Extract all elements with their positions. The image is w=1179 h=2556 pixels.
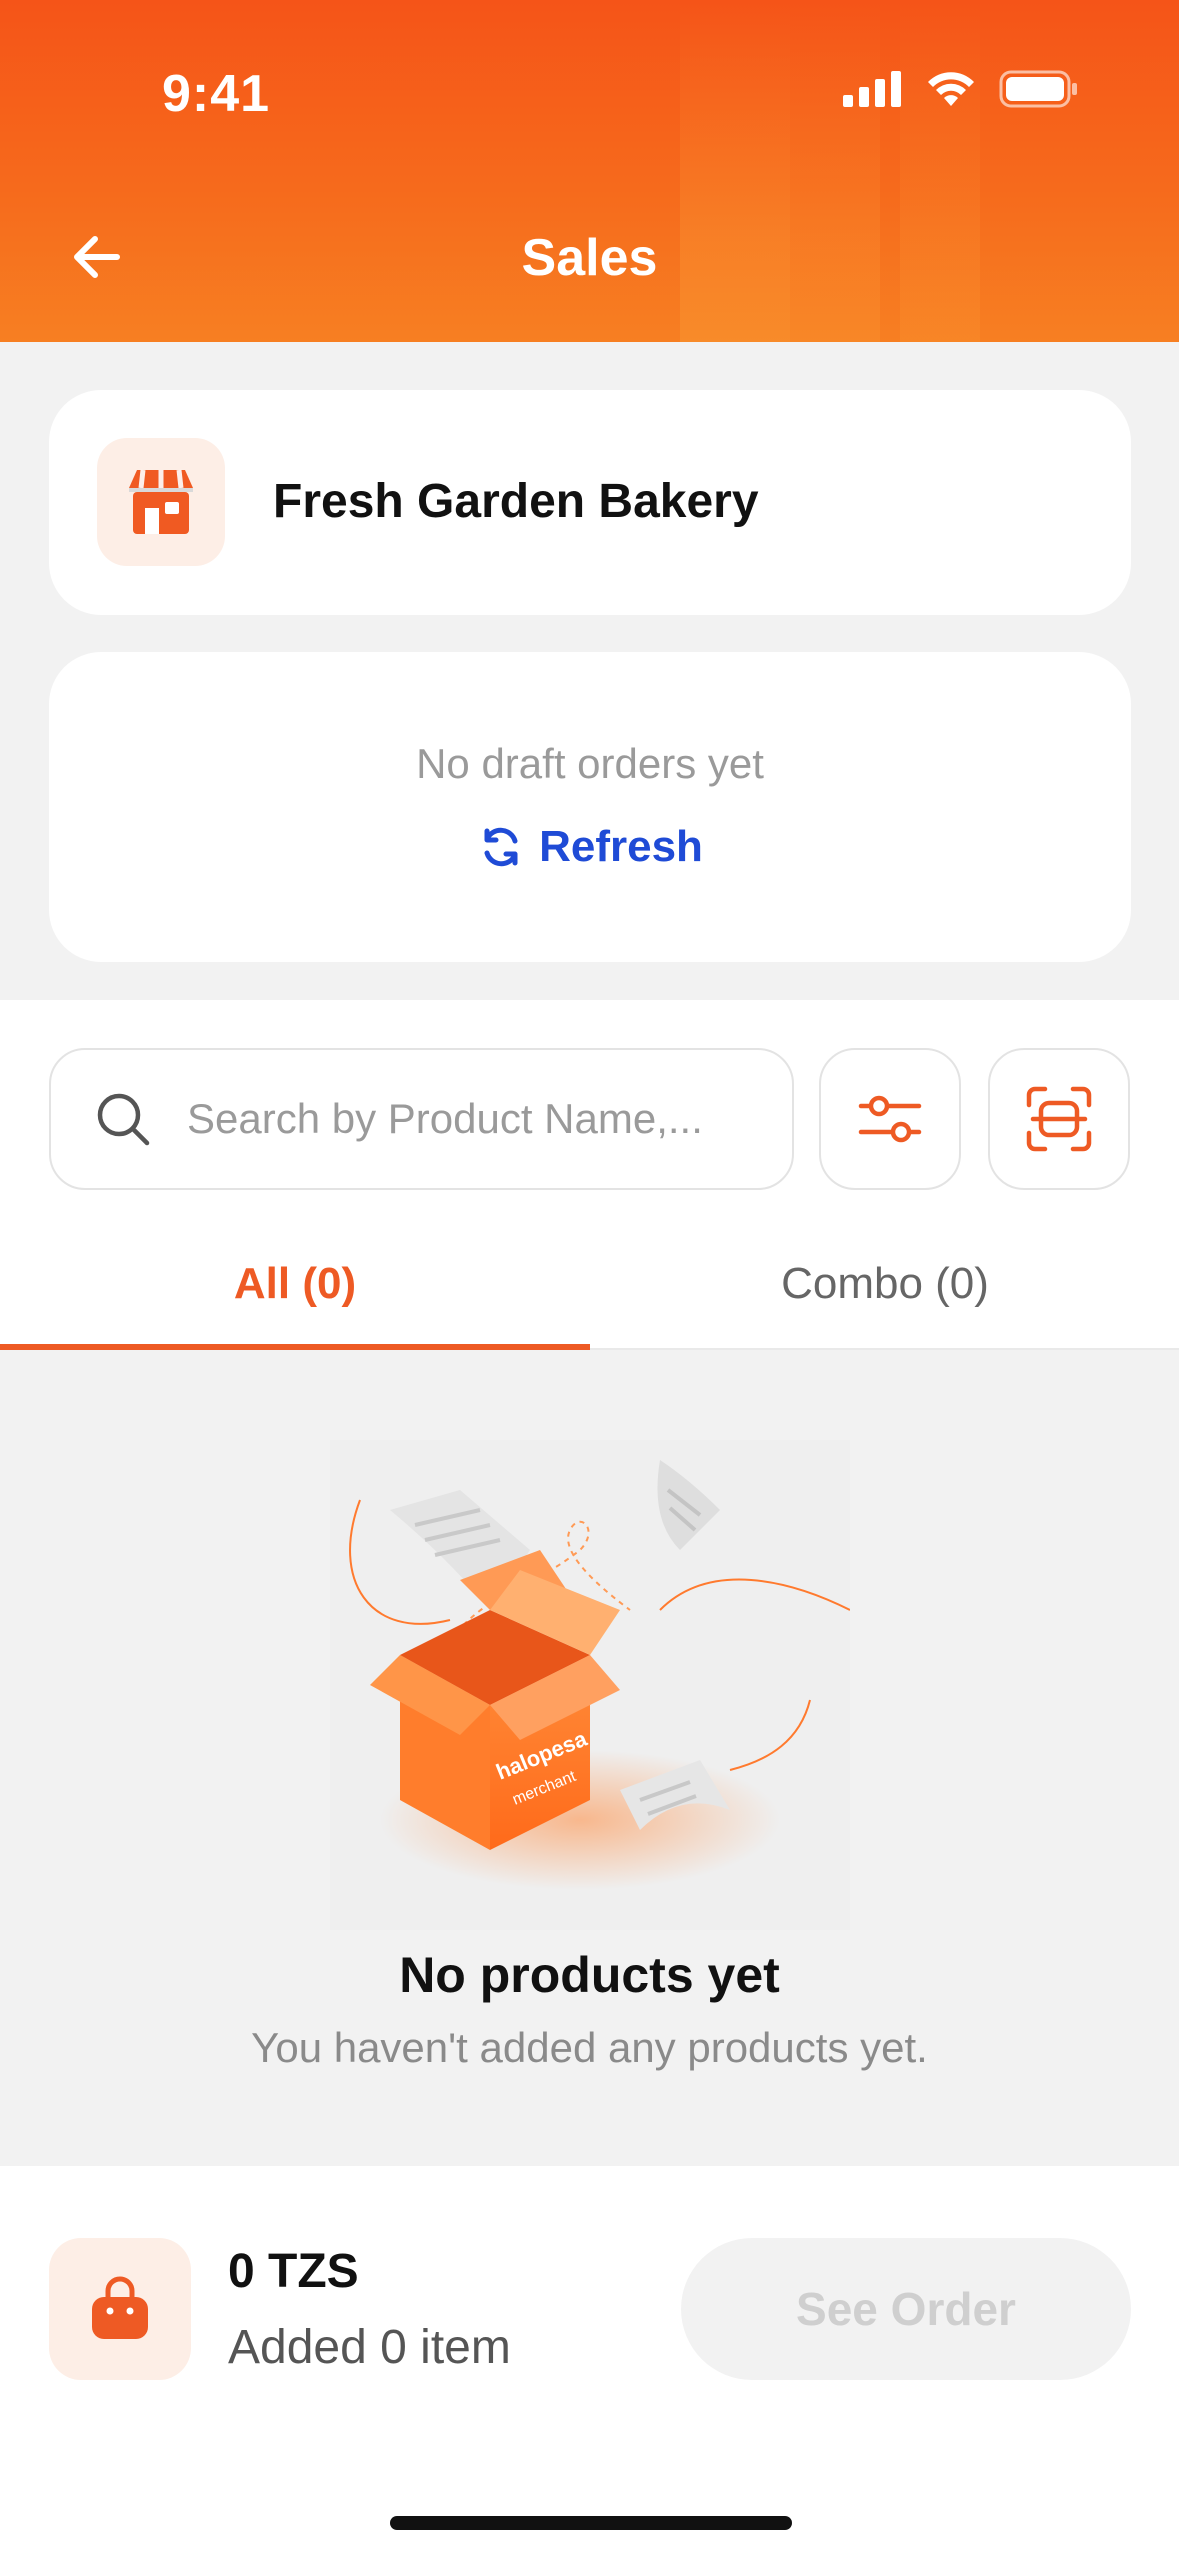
- refresh-button[interactable]: Refresh: [49, 822, 1131, 872]
- items-added-text: Added 0 item: [228, 2321, 511, 2374]
- page-title: Sales: [521, 229, 658, 287]
- refresh-icon: [484, 827, 518, 867]
- scan-button[interactable]: [988, 1048, 1130, 1190]
- empty-box-illustration: halopesa merchant: [330, 1440, 850, 1930]
- store-icon: [97, 438, 225, 566]
- store-card[interactable]: Fresh Garden Bakery: [49, 390, 1131, 615]
- status-icons: [843, 70, 1079, 108]
- shopping-bag-icon: [92, 2276, 148, 2339]
- cellular-signal-icon: [843, 71, 901, 107]
- store-name: Fresh Garden Bakery: [273, 475, 759, 528]
- empty-state-title: No products yet: [399, 1947, 780, 2003]
- search-icon: [97, 1093, 150, 1146]
- search-input[interactable]: Search by Product Name,...: [49, 1048, 794, 1190]
- header-decoration: [790, 0, 880, 342]
- empty-state-subtitle: You haven't added any products yet.: [251, 2024, 928, 2071]
- header-decoration: [900, 0, 980, 342]
- see-order-button[interactable]: See Order: [681, 2238, 1131, 2380]
- active-tab-indicator: [0, 1344, 590, 1350]
- home-indicator: [390, 2516, 792, 2530]
- filter-button[interactable]: [819, 1048, 961, 1190]
- order-total: 0 TZS: [228, 2245, 359, 2298]
- status-time: 9:41: [162, 65, 271, 123]
- battery-icon: [999, 70, 1077, 108]
- order-summary-bar: 0 TZS Added 0 item See Order: [0, 2166, 1179, 2556]
- tab-all[interactable]: All (0): [0, 1218, 590, 1350]
- search-placeholder: Search by Product Name,...: [187, 1095, 703, 1142]
- sliders-icon: [858, 1095, 922, 1143]
- draft-orders-card: No draft orders yet Refresh: [49, 652, 1131, 962]
- cart-button[interactable]: [49, 2238, 191, 2380]
- product-toolbar: Search by Product Name,... All (0) Combo…: [0, 1000, 1179, 1350]
- draft-empty-text: No draft orders yet: [416, 740, 764, 787]
- refresh-label: Refresh: [539, 822, 703, 871]
- app-header: 9:41 Sales: [0, 0, 1179, 342]
- wifi-icon: [928, 72, 974, 106]
- header-decoration: [680, 0, 790, 342]
- tab-combo[interactable]: Combo (0): [590, 1218, 1179, 1350]
- barcode-scan-icon: [1026, 1086, 1092, 1152]
